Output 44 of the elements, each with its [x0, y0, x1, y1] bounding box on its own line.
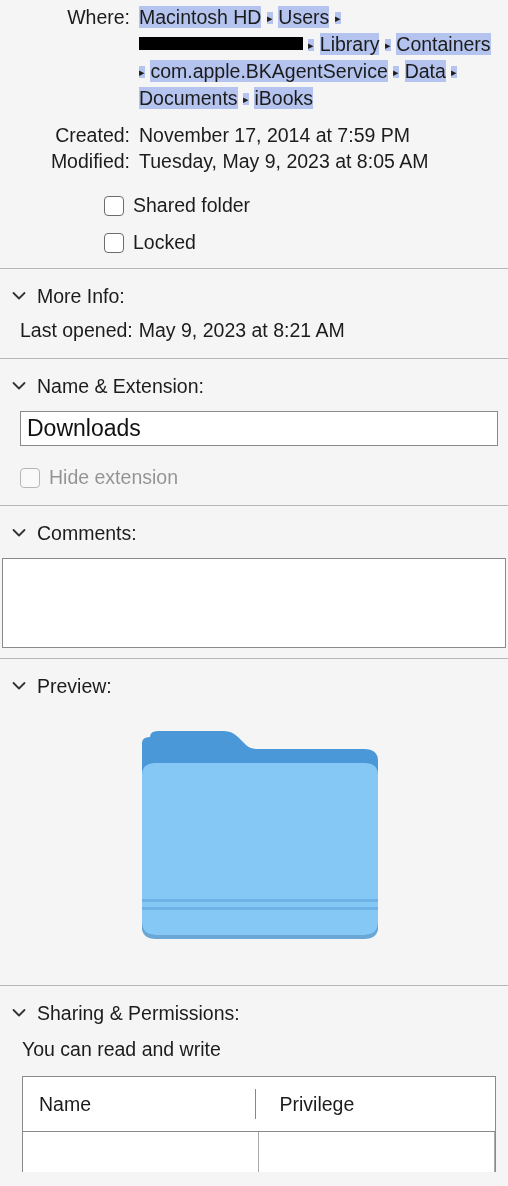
path-segment: iBooks — [254, 87, 313, 109]
path-separator: ▸ — [384, 39, 391, 51]
section-title[interactable]: Name & Extension: — [37, 374, 204, 398]
path-separator: ▸ — [393, 66, 400, 78]
checkbox[interactable] — [104, 232, 124, 253]
disclosure-chevron-icon[interactable] — [12, 1008, 26, 1018]
path-separator: ▸ — [308, 39, 315, 51]
column-header[interactable]: Name — [23, 1089, 256, 1119]
path-separator: ▸ — [451, 66, 458, 78]
section-title[interactable]: More Info: — [37, 284, 125, 308]
path-separator: ▸ — [139, 66, 145, 78]
path-segment: Users — [278, 6, 330, 28]
permission-summary: You can read and write — [22, 1037, 222, 1062]
path-separator: ▸ — [334, 12, 341, 24]
field-value: May 9, 2023 at 8:21 AM — [138, 319, 345, 342]
field-label: Modified: — [49, 149, 130, 174]
field-label: Last opened: — [20, 319, 133, 342]
disclosure-chevron-icon[interactable] — [12, 291, 26, 301]
column-header[interactable]: Privilege — [255, 1092, 495, 1116]
folder-icon — [142, 731, 378, 941]
path-segment: Macintosh HD — [139, 6, 262, 28]
path-segment: Library — [319, 33, 380, 55]
path-segment: Documents — [139, 87, 238, 109]
disclosure-chevron-icon[interactable] — [12, 528, 26, 538]
comments-field[interactable] — [2, 558, 506, 648]
checkbox-label: Hide extension — [49, 466, 178, 489]
disclosure-chevron-icon[interactable] — [12, 681, 26, 691]
name-field[interactable]: Downloads — [20, 411, 498, 446]
section-title[interactable]: Comments: — [37, 521, 137, 545]
section-title[interactable]: Sharing & Permissions: — [37, 1001, 240, 1025]
path-separator: ▸ — [266, 12, 273, 24]
field-value: November 17, 2014 at 7:59 PM — [139, 123, 410, 148]
field-value: Tuesday, May 9, 2023 at 8:05 AM — [139, 149, 429, 174]
checkbox-label: Locked — [133, 231, 196, 254]
field-label: Where: — [66, 5, 130, 30]
path-segment: Containers — [396, 33, 491, 55]
path-separator: ▸ — [243, 93, 250, 105]
section-title[interactable]: Preview: — [37, 674, 112, 698]
checkbox[interactable] — [104, 195, 124, 216]
path-segment: Data — [404, 60, 446, 82]
path-segment: com.apple.BKAgentService — [150, 60, 388, 82]
checkbox-label: Shared folder — [133, 194, 251, 217]
disclosure-chevron-icon[interactable] — [12, 381, 26, 391]
field-label: Created: — [54, 123, 130, 148]
